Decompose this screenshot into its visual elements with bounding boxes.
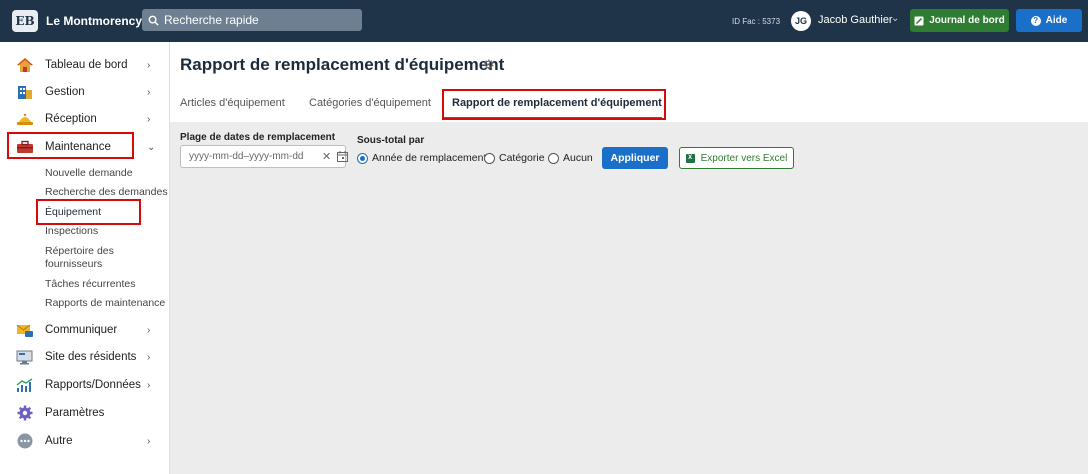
radio-annee[interactable]: Année de remplacement: [357, 152, 486, 164]
page-header: Rapport de remplacement d'équipement ⚙ A…: [170, 42, 1088, 122]
page-title: Rapport de remplacement d'équipement: [180, 55, 505, 74]
fac-id: ID Fac : 5373: [732, 17, 781, 26]
submenu-taches-recurrentes[interactable]: Tâches récurrentes: [45, 278, 135, 291]
sidebar-item-gestion[interactable]: Gestion ›: [0, 81, 170, 103]
tab-categories-equipement[interactable]: Catégories d'équipement: [309, 97, 431, 109]
gear-icon: [16, 405, 34, 421]
more-icon: [16, 433, 34, 449]
pencil-icon: [914, 16, 924, 25]
building-icon: [16, 84, 34, 100]
app-title[interactable]: Le Montmorency: [46, 14, 142, 28]
submenu-repertoire-fournisseurs[interactable]: Répertoire des fournisseurs: [45, 245, 125, 271]
radio-categorie[interactable]: Catégorie: [484, 152, 545, 164]
sidebar-item-label: Gestion: [45, 86, 85, 98]
radio-aucun[interactable]: Aucun: [548, 152, 593, 164]
chevron-right-icon: ›: [147, 379, 151, 391]
main-content: Rapport de remplacement d'équipement ⚙ A…: [170, 42, 1088, 474]
radio-button: [484, 152, 495, 164]
search-input[interactable]: Recherche rapide: [142, 9, 362, 31]
submenu-rapports-maintenance[interactable]: Rapports de maintenance: [45, 297, 165, 310]
sidebar-item-label: Communiquer: [45, 324, 118, 336]
settings-gear-icon[interactable]: ⚙: [483, 57, 495, 73]
tab-articles-equipement[interactable]: Articles d'équipement: [180, 97, 285, 109]
chevron-right-icon: ›: [147, 351, 151, 363]
monitor-icon: [16, 349, 34, 365]
avatar[interactable]: JG: [791, 11, 811, 31]
calendar-icon[interactable]: [337, 151, 348, 162]
help-button[interactable]: ? Aide: [1016, 9, 1082, 32]
sidebar-item-parametres[interactable]: Paramètres: [0, 402, 170, 424]
chart-icon: [16, 377, 34, 393]
sidebar-item-communiquer[interactable]: Communiquer ›: [0, 319, 170, 341]
journal-button[interactable]: Journal de bord: [910, 9, 1009, 32]
help-icon: ?: [1030, 15, 1041, 26]
chevron-down-icon[interactable]: ⌄: [891, 13, 899, 24]
chevron-down-icon: ⌄: [147, 141, 156, 153]
radio-label-annee: Année de remplacement: [372, 152, 487, 164]
sidebar-item-label: Réception: [45, 113, 97, 125]
radio-label-categorie: Catégorie: [499, 152, 545, 164]
excel-icon: X: [685, 153, 695, 163]
chevron-right-icon: ›: [147, 324, 151, 336]
highlight-active-tab: [442, 89, 666, 120]
user-menu[interactable]: Jacob Gauthier: [818, 14, 893, 26]
chevron-right-icon: ›: [147, 86, 151, 98]
search-placeholder: Recherche rapide: [164, 13, 259, 27]
sidebar-item-reception[interactable]: Réception ›: [0, 108, 170, 130]
chevron-right-icon: ›: [147, 435, 151, 447]
radio-button-selected: [357, 152, 368, 164]
sidebar-item-label: Paramètres: [45, 407, 105, 419]
submenu-inspections[interactable]: Inspections: [45, 225, 98, 238]
submenu-recherche-demandes[interactable]: Recherche des demandes: [45, 186, 168, 199]
bell-icon: [16, 111, 34, 127]
chevron-right-icon: ›: [147, 113, 151, 125]
search-icon: [148, 15, 159, 26]
sidebar-item-rapports-donnees[interactable]: Rapports/Données ›: [0, 374, 170, 396]
sidebar-item-site-residents[interactable]: Site des résidents ›: [0, 346, 170, 368]
journal-label: Journal de bord: [929, 15, 1005, 26]
radio-button: [548, 152, 559, 164]
mail-icon: [16, 322, 34, 338]
sidebar-item-label: Site des résidents: [45, 351, 137, 363]
submenu-nouvelle-demande[interactable]: Nouvelle demande: [45, 167, 133, 180]
subtotal-label: Sous-total par: [357, 135, 425, 146]
sidebar-item-autre[interactable]: Autre ›: [0, 430, 170, 452]
date-range-input[interactable]: yyyy-mm-dd–yyyy-mm-dd ✕: [180, 145, 348, 168]
radio-label-aucun: Aucun: [563, 152, 593, 164]
clear-icon[interactable]: ✕: [322, 150, 331, 163]
top-bar: EB Le Montmorency Recherche rapide ID Fa…: [0, 0, 1088, 42]
sidebar-item-label: Tableau de bord: [45, 59, 128, 71]
sidebar-item-label: Rapports/Données: [45, 379, 141, 391]
export-excel-label: Exporter vers Excel: [700, 152, 788, 164]
chevron-right-icon: ›: [147, 59, 151, 71]
sidebar-item-tableau-de-bord[interactable]: Tableau de bord ›: [0, 54, 170, 76]
date-range-placeholder: yyyy-mm-dd–yyyy-mm-dd: [189, 151, 304, 162]
sidebar: Tableau de bord › Gestion › Réception › …: [0, 42, 170, 474]
help-label: Aide: [1045, 15, 1068, 26]
date-range-label: Plage de dates de remplacement: [180, 132, 336, 143]
highlight-maintenance: [7, 132, 134, 159]
sidebar-item-label: Autre: [45, 435, 73, 447]
app-logo[interactable]: EB: [12, 10, 38, 32]
house-icon: [16, 57, 34, 73]
export-excel-button[interactable]: X Exporter vers Excel: [679, 147, 794, 169]
highlight-equipement: [36, 199, 141, 225]
apply-button[interactable]: Appliquer: [602, 147, 668, 169]
